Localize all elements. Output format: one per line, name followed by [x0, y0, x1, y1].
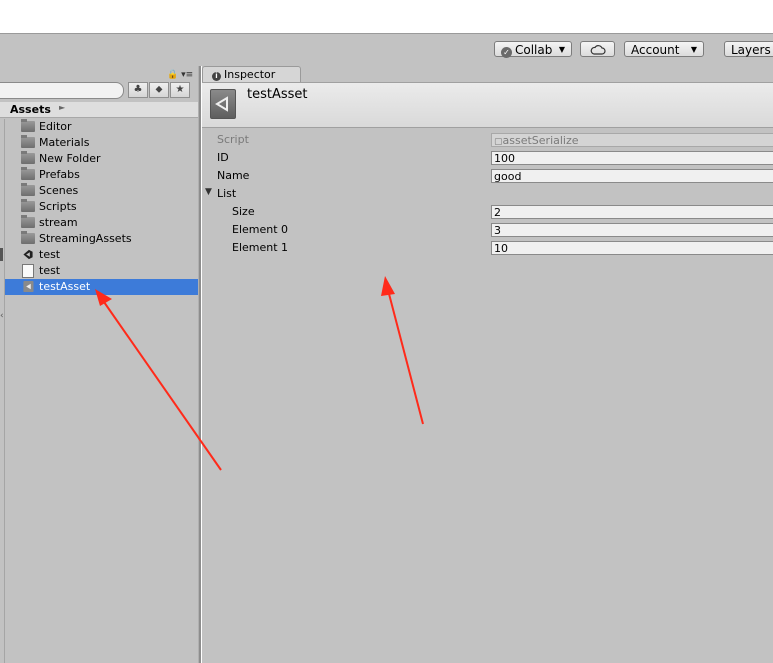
size-label: Size — [232, 205, 255, 218]
list-item[interactable]: New Folder — [5, 151, 198, 167]
script-label: Script — [217, 133, 249, 146]
list-item[interactable]: Prefabs — [5, 167, 198, 183]
dropdown-caret-icon: ▼ — [690, 45, 697, 54]
unity-logo-icon — [215, 96, 228, 112]
folder-icon — [21, 215, 35, 228]
element1-field[interactable]: 10 — [491, 241, 773, 255]
search-input[interactable] — [0, 82, 124, 99]
list-item[interactable]: StreamingAssets — [5, 231, 198, 247]
list-item-selected[interactable]: testAsset — [5, 279, 198, 295]
list-item[interactable]: Scenes — [5, 183, 198, 199]
list-item-label: Scenes — [39, 184, 79, 197]
collab-button[interactable]: ✓ Collab ▼ — [494, 41, 572, 58]
script-field[interactable]: ▢assetSerialize — [491, 133, 773, 147]
asset-title: testAsset — [247, 87, 308, 102]
element1-label: Element 1 — [232, 241, 289, 254]
cloud-button[interactable] — [580, 41, 615, 57]
id-field[interactable]: 100 — [491, 151, 773, 165]
list-item-label: test — [39, 248, 61, 261]
name-field[interactable]: good — [491, 169, 773, 183]
list-item-label: StreamingAssets — [39, 232, 132, 245]
lock-menu-icon[interactable]: 🔒 ▾≡ — [167, 70, 193, 80]
folder-icon — [21, 151, 35, 164]
collab-label: Collab — [515, 43, 553, 57]
list-item-label: Prefabs — [39, 168, 80, 181]
scriptable-object-icon — [23, 281, 34, 292]
star-icon: ★ — [175, 84, 185, 95]
list-item[interactable]: stream — [5, 215, 198, 231]
layers-dropdown[interactable]: Layers — [724, 41, 773, 57]
element0-label: Element 0 — [232, 223, 289, 236]
breadcrumb-arrow-icon: ► — [59, 103, 66, 112]
list-item-label: Editor — [39, 120, 72, 133]
inspector-header: testAsset — [202, 82, 773, 128]
name-label: Name — [217, 169, 250, 182]
list-item[interactable]: Scripts — [5, 199, 198, 215]
list-item-label: Scripts — [39, 200, 77, 213]
folder-icon — [21, 167, 35, 180]
left-edge-marker — [0, 248, 3, 261]
list-item[interactable]: test — [5, 247, 198, 263]
tab-label: Inspector — [224, 68, 276, 81]
list-item[interactable]: test — [5, 263, 198, 279]
check-icon: ✓ — [501, 47, 512, 58]
asset-list: Editor Materials New Folder Prefabs Scen… — [4, 119, 199, 663]
folder-icon — [21, 119, 35, 132]
breadcrumb: Assets ► — [0, 102, 199, 118]
folder-icon — [21, 231, 35, 244]
project-panel: 🔒 ▾≡ ♣ ⬥ ★ Assets ► ‹ Editor Materials N… — [0, 66, 199, 663]
list-item-label: Materials — [39, 136, 90, 149]
breadcrumb-assets[interactable]: Assets — [10, 103, 51, 116]
list-item-label: testAsset — [39, 280, 91, 293]
list-item[interactable]: Materials — [5, 135, 198, 151]
list-item[interactable]: Editor — [5, 119, 198, 135]
unity-scene-icon — [23, 249, 33, 260]
list-item-label: stream — [39, 216, 78, 229]
dropdown-caret-icon: ▼ — [558, 45, 565, 54]
unity-toolbar: ✓ Collab ▼ Account ▼ Layers — [0, 33, 773, 66]
top-blank-area — [0, 0, 773, 33]
tag-icon: ⬥ — [155, 84, 163, 95]
filter-by-label-button[interactable]: ⬥ — [149, 82, 169, 98]
folder-icon — [21, 183, 35, 196]
tab-inspector[interactable]: i Inspector — [202, 66, 301, 82]
filter-by-type-button[interactable]: ♣ — [128, 82, 148, 98]
script-icon: ▢ — [494, 137, 503, 147]
size-field[interactable]: 2 — [491, 205, 773, 219]
folder-icon — [21, 135, 35, 148]
cloud-icon — [590, 45, 606, 55]
id-label: ID — [217, 151, 229, 164]
list-foldout-label[interactable]: List — [217, 187, 236, 200]
folder-icon — [21, 199, 35, 212]
asset-icon — [210, 89, 236, 119]
script-file-icon — [22, 264, 34, 278]
favorites-button[interactable]: ★ — [170, 82, 190, 98]
element0-field[interactable]: 3 — [491, 223, 773, 237]
shapes-icon: ♣ — [133, 84, 143, 95]
inspector-panel: i Inspector testAsset Script ▢assetSerial… — [202, 66, 773, 663]
project-toolbar: 🔒 ▾≡ ♣ ⬥ ★ — [0, 66, 199, 100]
account-label: Account — [631, 43, 680, 57]
info-icon: i — [212, 72, 221, 81]
script-value: assetSerialize — [502, 134, 579, 147]
layers-label: Layers — [731, 43, 771, 57]
panel-splitter[interactable] — [198, 66, 201, 663]
list-item-label: New Folder — [39, 152, 101, 165]
account-dropdown[interactable]: Account ▼ — [624, 41, 704, 57]
foldout-triangle-icon[interactable]: ▼ — [205, 187, 212, 197]
list-item-label: test — [39, 264, 61, 277]
